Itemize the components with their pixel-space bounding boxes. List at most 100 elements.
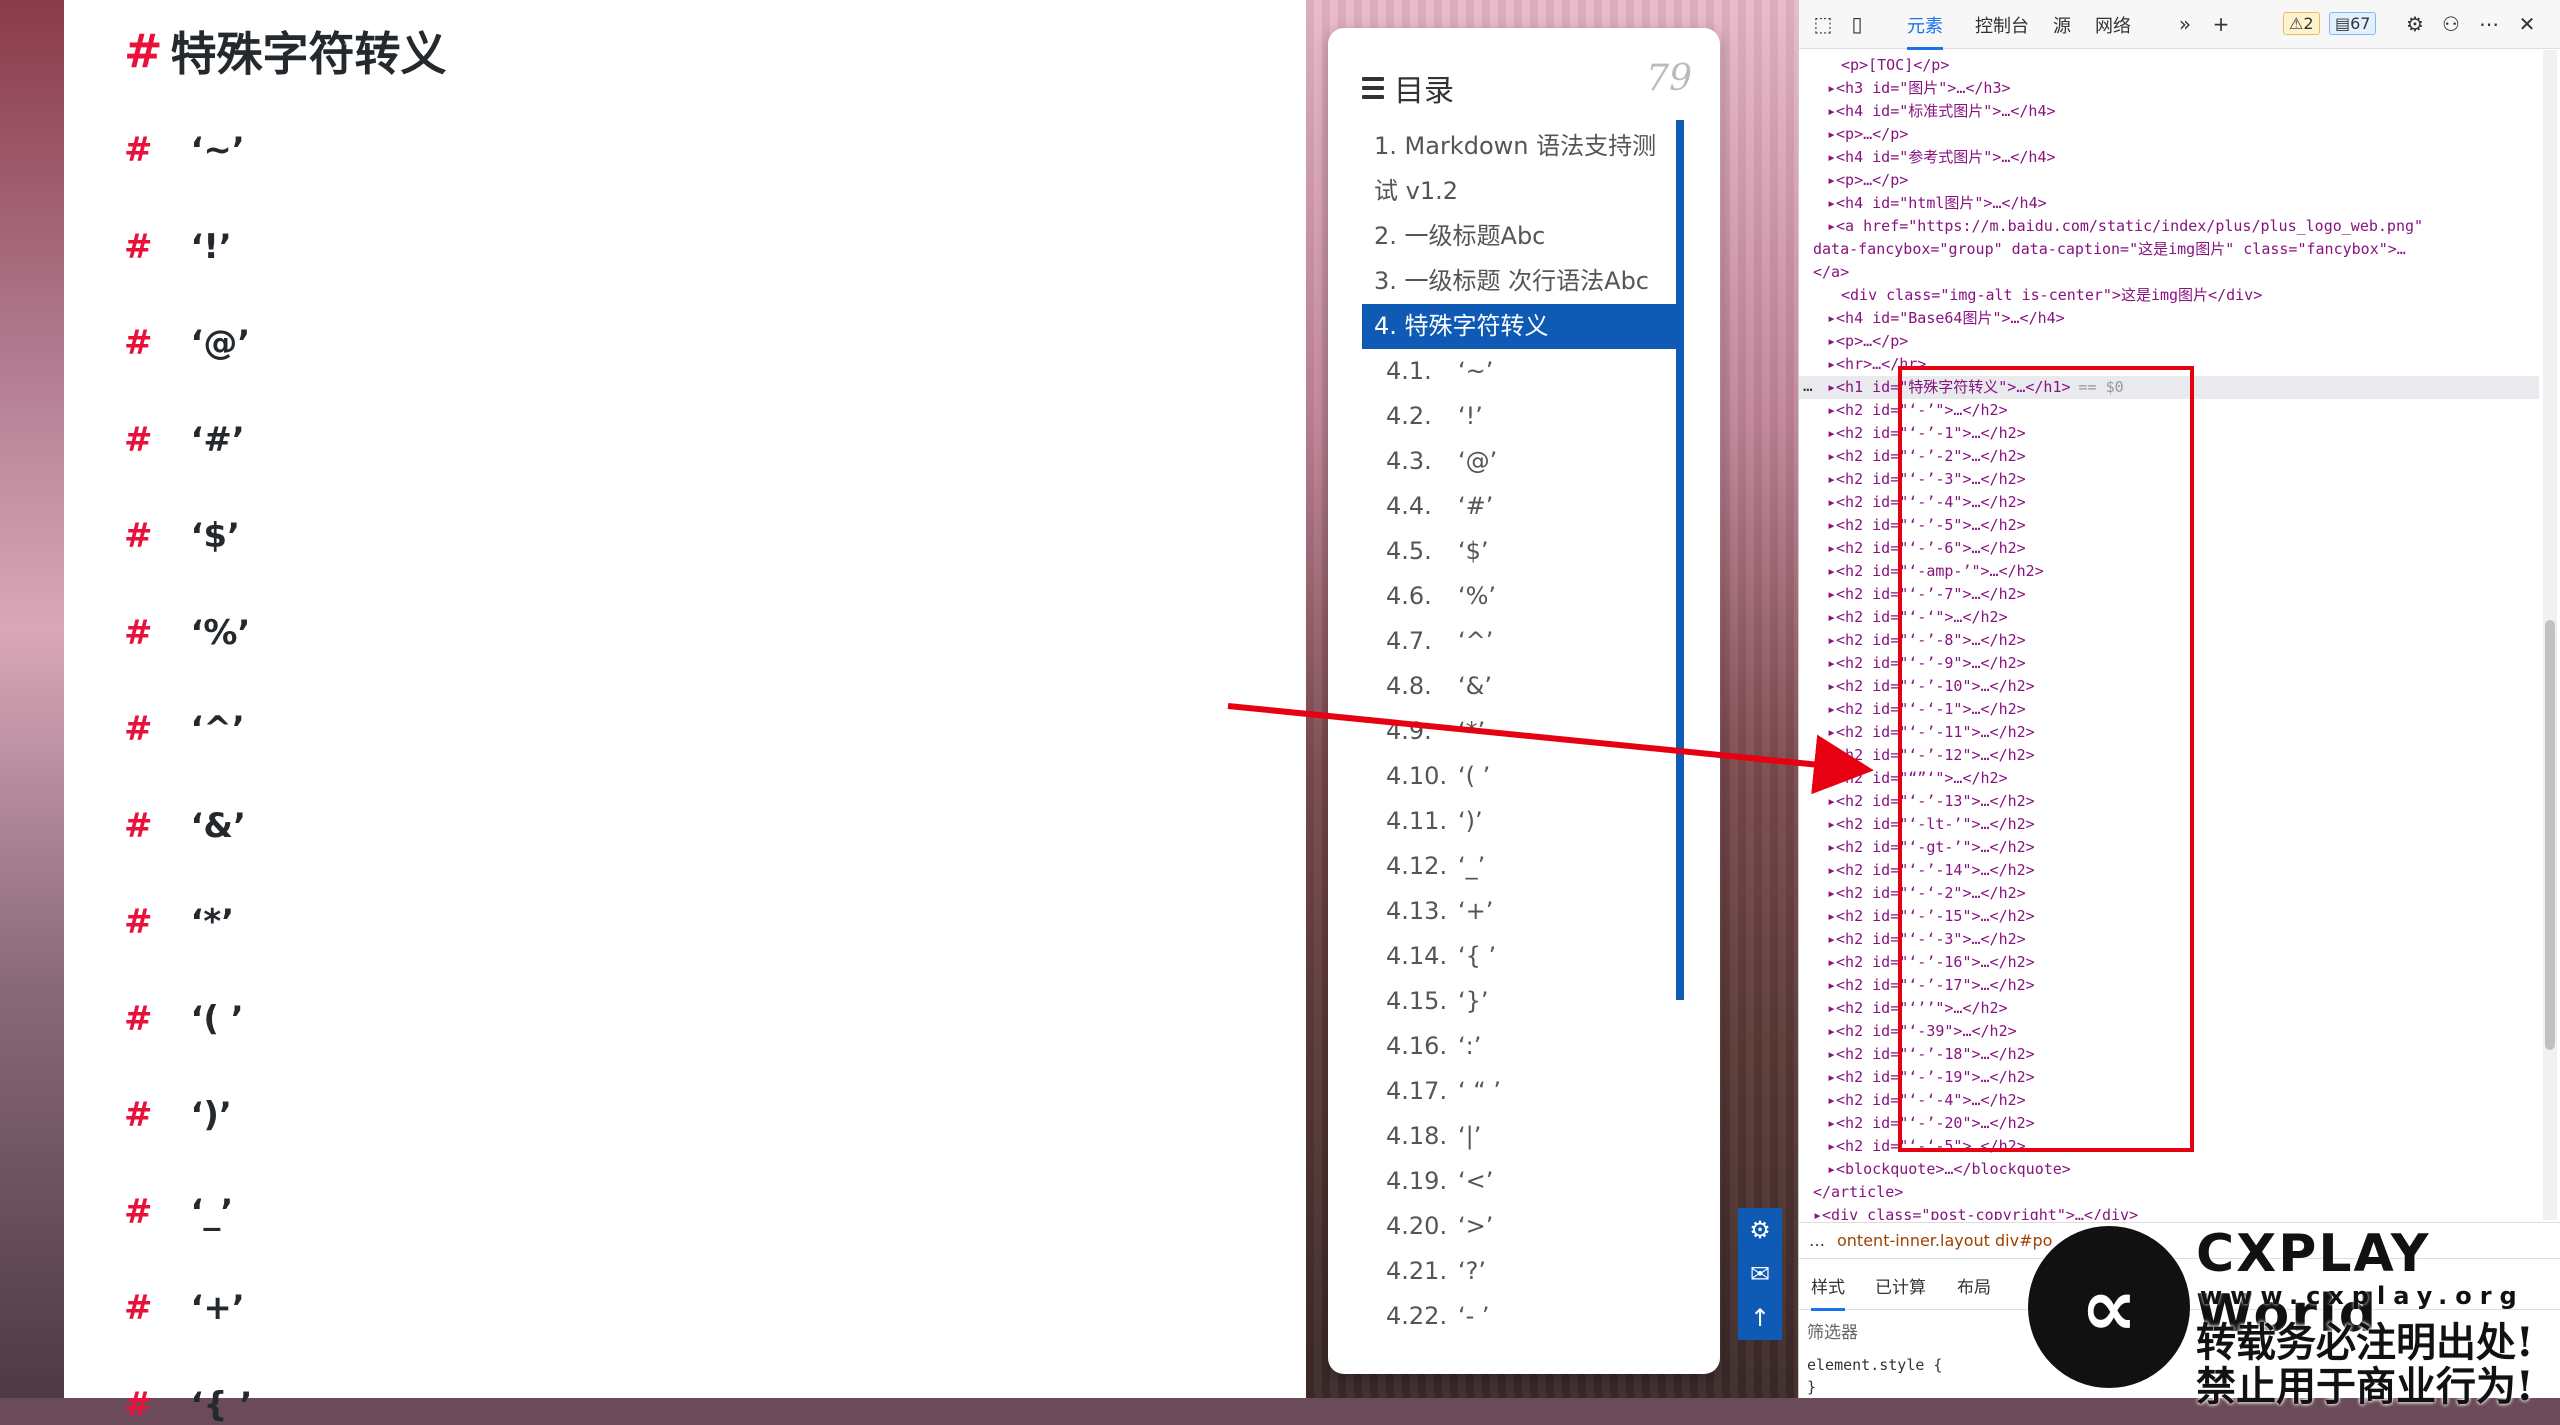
add-tab-icon[interactable]: + <box>2207 10 2235 38</box>
toc-item[interactable]: 4.2. ‘!’ <box>1362 394 1676 439</box>
toc-item[interactable]: 4.22. ‘- ’ <box>1362 1294 1676 1339</box>
close-icon[interactable]: ✕ <box>2513 10 2541 38</box>
toc-item[interactable]: 4.19. ‘<’ <box>1362 1159 1676 1204</box>
tab-network[interactable]: 网络 <box>2095 12 2131 38</box>
arrow-up-icon[interactable]: ↑ <box>1738 1296 1782 1340</box>
toc-item[interactable]: 4.15. ‘}’ <box>1362 979 1676 1024</box>
dom-node[interactable]: ▸<p>…</p> <box>1827 123 1908 146</box>
toc-item[interactable]: 4.16. ‘:’ <box>1362 1024 1676 1069</box>
dom-tree-scrollbar[interactable] <box>2543 50 2557 1220</box>
heading-anchor[interactable]: # <box>124 420 153 460</box>
heading-anchor[interactable]: # <box>124 516 153 556</box>
device-icon[interactable]: ▯ <box>1843 10 1871 38</box>
filter-input[interactable]: 筛选器 <box>1807 1318 1858 1343</box>
section-heading: # ‘&’ <box>124 806 246 846</box>
toc-scrollbar[interactable] <box>1676 120 1684 1000</box>
toc-item[interactable]: 4.8. ‘&’ <box>1362 664 1676 709</box>
gear-icon[interactable]: ⚙ <box>1738 1208 1782 1252</box>
toc-item[interactable]: 4.5. ‘$’ <box>1362 529 1676 574</box>
heading-anchor[interactable]: # <box>124 806 153 846</box>
toc-item[interactable]: 4.21. ‘?’ <box>1362 1249 1676 1294</box>
section-heading: # ‘#’ <box>124 420 245 460</box>
heading-anchor[interactable]: # <box>124 1095 153 1135</box>
toc-item[interactable]: 4.10. ‘( ’ <box>1362 754 1676 799</box>
dom-node-text: ▸<blockquote>…</blockquote> <box>1827 1160 2071 1178</box>
tab-elements[interactable]: 元素 <box>1907 12 1943 50</box>
heading-anchor[interactable]: # <box>124 999 153 1039</box>
heading-anchor[interactable]: # <box>124 130 153 170</box>
tab-styles[interactable]: 样式 <box>1811 1273 1845 1311</box>
tab-sources[interactable]: 源 <box>2053 12 2071 38</box>
toc-list: 1. Markdown 语法支持测试 v1.2 2. 一级标题Abc 3. 一级标题… <box>1362 124 1676 1339</box>
scroll-thumb[interactable] <box>2545 620 2555 1050</box>
dom-node[interactable]: ▸<p>…</p> <box>1827 330 1908 353</box>
tab-computed[interactable]: 已计算 <box>1875 1273 1926 1298</box>
heading-anchor[interactable]: # <box>124 709 153 749</box>
heading-anchor[interactable]: # <box>124 24 163 78</box>
toc-item[interactable]: 4.6. ‘%’ <box>1362 574 1676 619</box>
toc-item[interactable]: 4.1. ‘~’ <box>1362 349 1676 394</box>
toc-item[interactable]: 4.14. ‘{ ’ <box>1362 934 1676 979</box>
toc-item-label: ‘%’ <box>1458 582 1497 610</box>
dom-node[interactable]: <div class="img-alt is-center">这是img图片</… <box>1841 284 2262 307</box>
toc-item-label: ‘( ’ <box>1458 762 1491 790</box>
comment-icon[interactable]: ✉ <box>1738 1252 1782 1296</box>
dom-node[interactable]: </a> <box>1813 261 1849 284</box>
toc-item-number: 4.21. <box>1386 1257 1448 1285</box>
toc-item[interactable]: 4.4. ‘#’ <box>1362 484 1676 529</box>
toc-item[interactable]: 4.12. ‘_’ <box>1362 844 1676 889</box>
heading-anchor[interactable]: # <box>124 1192 153 1232</box>
dom-node[interactable]: </article> <box>1813 1181 1903 1204</box>
heading-anchor[interactable]: # <box>124 613 153 653</box>
dom-node[interactable]: ▸<a href="https://m.baidu.com/static/ind… <box>1827 215 2423 238</box>
toc-item[interactable]: 4. 特殊字符转义 <box>1362 304 1676 349</box>
toc-item[interactable]: 1. Markdown 语法支持测试 v1.2 <box>1362 124 1676 214</box>
row-menu-icon[interactable]: … <box>1803 376 1813 395</box>
dom-node[interactable]: ▸<h4 id="html图片">…</h4> <box>1827 192 2047 215</box>
toc-item[interactable]: 4.17. ‘ “ ’ <box>1362 1069 1676 1114</box>
heading-anchor[interactable]: # <box>124 1288 153 1328</box>
connection-icon[interactable]: ⚇ <box>2437 10 2465 38</box>
toc-item-label: 3. 一级标题 次行语法Abc <box>1374 267 1650 295</box>
menu-icon[interactable]: ⋯ <box>2475 10 2503 38</box>
toc-item[interactable]: 4.7. ‘^’ <box>1362 619 1676 664</box>
dom-node[interactable]: ▸<p>…</p> <box>1827 169 1908 192</box>
breadcrumb-item[interactable]: ontent-inner.layout <box>1837 1231 1990 1250</box>
dom-node[interactable]: ▸<h4 id="Base64图片">…</h4> <box>1827 307 2065 330</box>
inspect-icon[interactable]: ⬚ <box>1809 10 1837 38</box>
heading-anchor[interactable]: # <box>124 227 153 267</box>
toc-item-label: ‘@’ <box>1458 447 1498 475</box>
tab-console[interactable]: 控制台 <box>1975 12 2029 38</box>
dom-node[interactable]: <p>[TOC]</p> <box>1841 54 1949 77</box>
dom-node[interactable]: ▸<blockquote>…</blockquote> <box>1827 1158 2071 1181</box>
toc-item[interactable]: 4.18. ‘|’ <box>1362 1114 1676 1159</box>
breadcrumb-more[interactable]: … <box>1809 1231 1825 1250</box>
message-badge[interactable]: ▤67 <box>2329 12 2377 35</box>
toc-item[interactable]: 4.13. ‘+’ <box>1362 889 1676 934</box>
gear-icon[interactable]: ⚙ <box>2401 10 2429 38</box>
section-heading: # ‘~’ <box>124 130 245 170</box>
watermark-url: www.cxplay.org <box>2200 1282 2525 1310</box>
dom-node-text: ▸<h4 id="html图片">…</h4> <box>1827 194 2047 212</box>
heading-anchor[interactable]: # <box>124 323 153 363</box>
dom-node[interactable]: data-fancybox="group" data-caption="这是im… <box>1813 238 2406 261</box>
element-style-close: } <box>1807 1378 1817 1396</box>
dom-node-text: <p>[TOC]</p> <box>1841 56 1950 74</box>
dom-node[interactable]: ▸<h4 id="标准式图片">…</h4> <box>1827 100 2056 123</box>
dom-node[interactable]: ▸<h4 id="参考式图片">…</h4> <box>1827 146 2056 169</box>
more-tabs-icon[interactable]: » <box>2171 10 2199 38</box>
toc-item[interactable]: 3. 一级标题 次行语法Abc <box>1362 259 1676 304</box>
toc-item[interactable]: 4.11. ‘)’ <box>1362 799 1676 844</box>
tab-layout[interactable]: 布局 <box>1957 1273 1991 1298</box>
section-heading-text: ‘@’ <box>190 323 251 363</box>
toc-item[interactable]: 4.20. ‘>’ <box>1362 1204 1676 1249</box>
section-heading-text: ‘)’ <box>190 1095 232 1135</box>
toc-item[interactable]: 4.3. ‘@’ <box>1362 439 1676 484</box>
toc-panel: 目录 79 1. Markdown 语法支持测试 v1.2 2. 一级标题Abc 3… <box>1328 28 1720 1374</box>
heading-anchor[interactable]: # <box>124 1385 153 1425</box>
warning-badge[interactable]: ⚠2 <box>2283 12 2320 35</box>
dom-node[interactable]: ▸<h3 id="图片">…</h3> <box>1827 77 2011 100</box>
toc-item[interactable]: 2. 一级标题Abc <box>1362 214 1676 259</box>
toc-item[interactable]: 4.9. ‘*’ <box>1362 709 1676 754</box>
heading-anchor[interactable]: # <box>124 902 153 942</box>
